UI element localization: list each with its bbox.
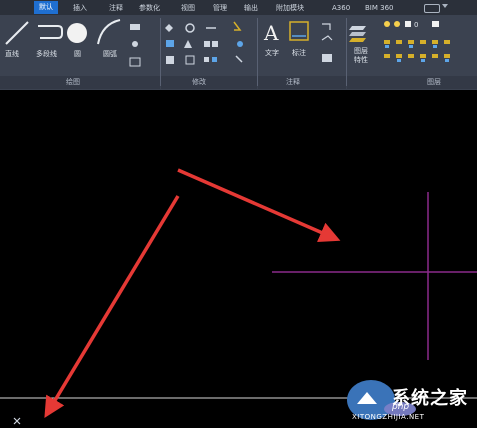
watermark-url: XITONGZHIJIA.NET	[352, 413, 425, 421]
watermark-php: php	[392, 402, 410, 412]
watermark-logo	[347, 380, 416, 420]
